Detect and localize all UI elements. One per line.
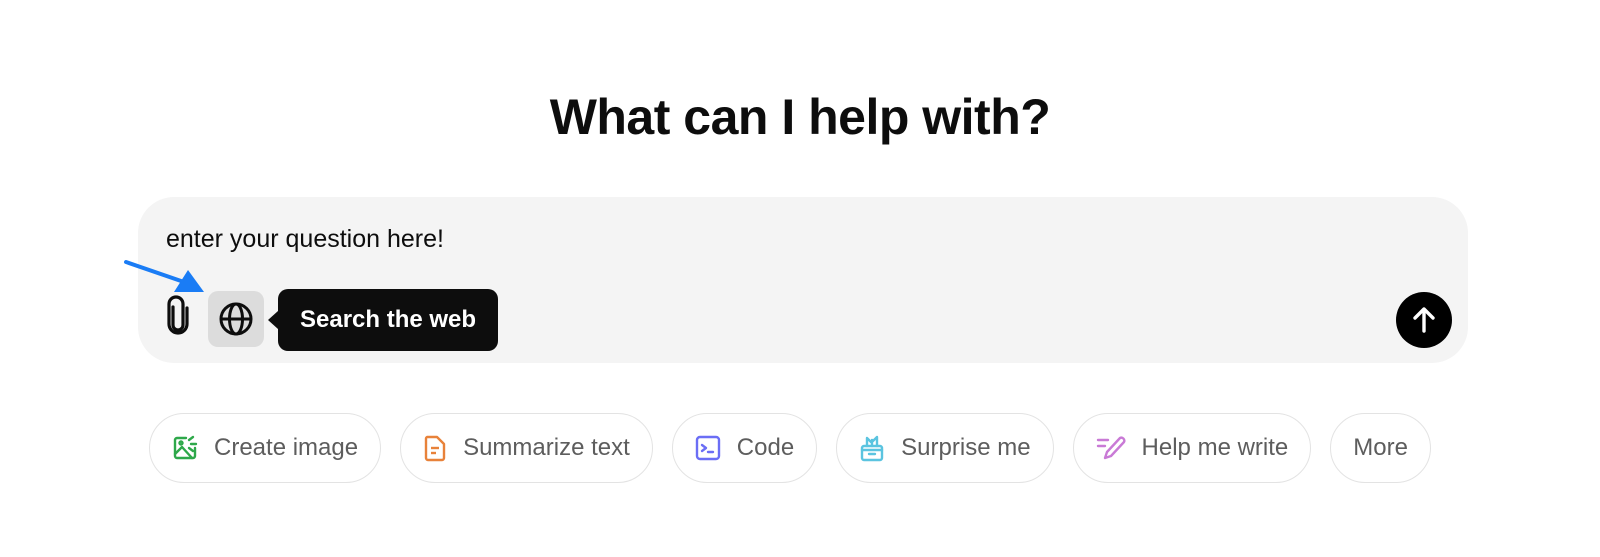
chip-create-image[interactable]: Create image (149, 413, 382, 483)
document-icon (424, 435, 446, 462)
search-web-button[interactable] (208, 291, 264, 347)
attach-button[interactable] (158, 292, 198, 338)
chip-label: Surprise me (901, 434, 1031, 461)
chip-more[interactable]: More (1330, 413, 1431, 483)
chip-summarize-text[interactable]: Summarize text (400, 413, 653, 483)
chip-label: Create image (214, 434, 359, 461)
tooltip: Search the web (267, 289, 499, 351)
chip-help-me-write[interactable]: Help me write (1072, 413, 1312, 483)
arrow-up-icon (1413, 307, 1435, 333)
chip-label: Help me write (1141, 434, 1289, 461)
suggestion-chips: Create image Summarize text Code Surpris… (149, 413, 1431, 483)
chip-surprise-me[interactable]: Surprise me (836, 413, 1054, 483)
gift-icon (860, 435, 884, 462)
page-title: What can I help with? (549, 89, 1051, 145)
message-input[interactable]: enter your question here! (166, 225, 444, 254)
message-composer: enter your question here! Search the web (138, 197, 1468, 363)
chip-label: Code (736, 434, 795, 461)
chip-label: Summarize text (463, 434, 630, 461)
send-button[interactable] (1396, 292, 1452, 348)
paperclip-icon (167, 295, 189, 335)
chip-code[interactable]: Code (671, 413, 818, 483)
globe-icon (219, 302, 253, 336)
pen-icon (1096, 436, 1126, 460)
terminal-icon (695, 435, 720, 461)
chip-label: More (1353, 434, 1408, 461)
image-icon (173, 435, 198, 460)
annotation-arrow (124, 260, 204, 292)
